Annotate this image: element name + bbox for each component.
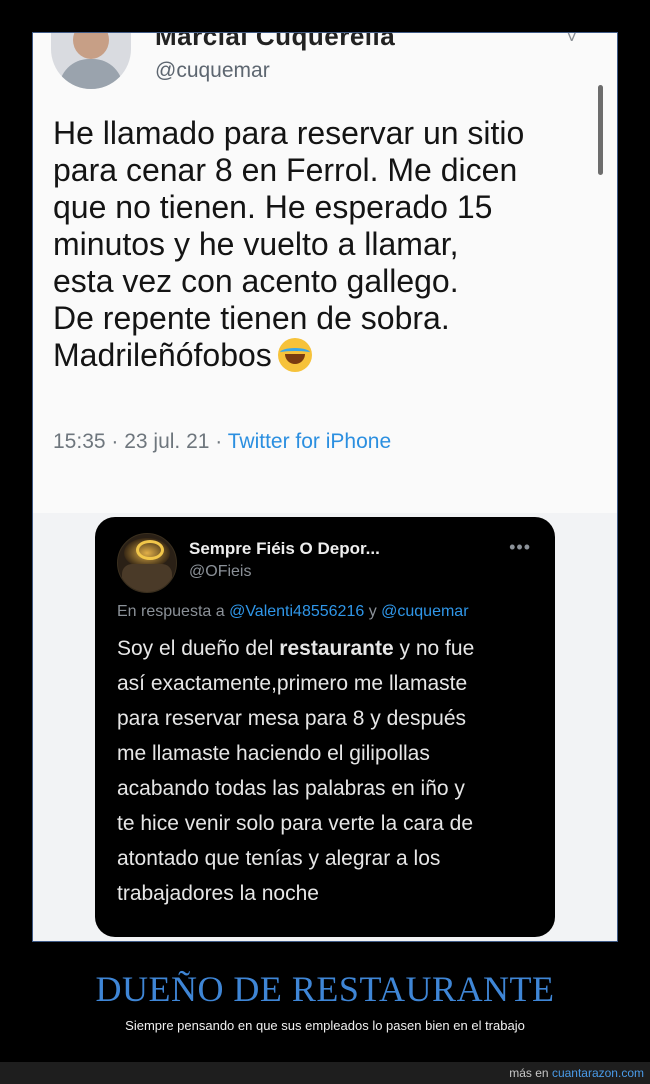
reply-line: me llamaste haciendo el gilipollas [117, 742, 430, 765]
display-name[interactable]: Sempre Fiéis O Depor... [189, 539, 380, 559]
connector: y [364, 603, 382, 620]
mention-link[interactable]: @Valenti48556216 [229, 603, 364, 620]
reply-line: trabajadores la noche [117, 882, 319, 905]
reply-line: así exactamente,primero me llamaste [117, 672, 468, 695]
reply-tweet: Sempre Fiéis O Depor... @OFieis ••• En r… [95, 517, 555, 937]
laughing-tears-emoji-icon [277, 338, 312, 372]
timestamp: 15:35 · 23 jul. 21 · [53, 430, 228, 453]
tweet-meta: 15:35 · 23 jul. 21 · Twitter for iPhone [53, 430, 391, 454]
reply-text-part: Soy el dueño del [117, 637, 280, 660]
avatar[interactable] [117, 533, 177, 593]
caption-title: DUEÑO DE RESTAURANTE [95, 969, 555, 1009]
tweet-line-last: Madrileñófobos [53, 337, 593, 374]
tweet-line: para cenar 8 en Ferrol. Me dicen [53, 152, 518, 188]
tweet-line: De repente tienen de sobra. [53, 300, 450, 336]
tweet-line-text: Madrileñófobos [53, 337, 272, 373]
tweet-text: He llamado para reservar un sitio para c… [53, 115, 593, 374]
reply-text: Soy el dueño del restaurante y no fue as… [117, 631, 537, 911]
tweet-line: esta vez con acento gallego. [53, 263, 459, 299]
footer-text: más en cuantarazon.com [509, 1066, 644, 1080]
site-link[interactable]: cuantarazon.com [552, 1066, 644, 1080]
reply-text-part: y no fue [393, 637, 475, 660]
source-link[interactable]: Twitter for iPhone [228, 430, 391, 453]
avatar[interactable] [51, 33, 131, 89]
in-reply-to: En respuesta a @Valenti48556216 y @cuque… [117, 603, 469, 621]
mention-link[interactable]: @cuquemar [381, 603, 468, 620]
more-options-icon[interactable]: ••• [509, 537, 531, 558]
reply-bold-word: restaurante [279, 637, 394, 660]
scrollbar[interactable] [598, 85, 603, 175]
footer-bar: más en cuantarazon.com [0, 1062, 650, 1084]
in-reply-prefix: En respuesta a [117, 603, 230, 620]
tweet-line: minutos y he vuelto a llamar, [53, 226, 459, 262]
footer-prefix: más en [509, 1066, 552, 1080]
display-name[interactable]: Marcial Cuquerella [155, 33, 395, 52]
caption-subtitle: Siempre pensando en que sus empleados lo… [125, 1018, 525, 1033]
handle[interactable]: @cuquemar [155, 59, 270, 83]
reply-line: acabando todas las palabras en iño y [117, 777, 465, 800]
reply-line: te hice venir solo para verte la cara de [117, 812, 474, 835]
more-icon[interactable]: ˅ [566, 33, 577, 48]
reply-line: para reservar mesa para 8 y después [117, 707, 467, 730]
reply-line: atontado que tenías y alegrar a los [117, 847, 441, 870]
main-tweet: Marcial Cuquerella @cuquemar ˅ He llamad… [33, 33, 617, 513]
tweet-line: que no tienen. He esperado 15 [53, 189, 493, 225]
reply-line: Soy el dueño del restaurante y no fue [117, 631, 537, 666]
handle[interactable]: @OFieis [189, 563, 251, 581]
screenshot-frame: Marcial Cuquerella @cuquemar ˅ He llamad… [32, 32, 618, 942]
tweet-line: He llamado para reservar un sitio [53, 115, 525, 151]
